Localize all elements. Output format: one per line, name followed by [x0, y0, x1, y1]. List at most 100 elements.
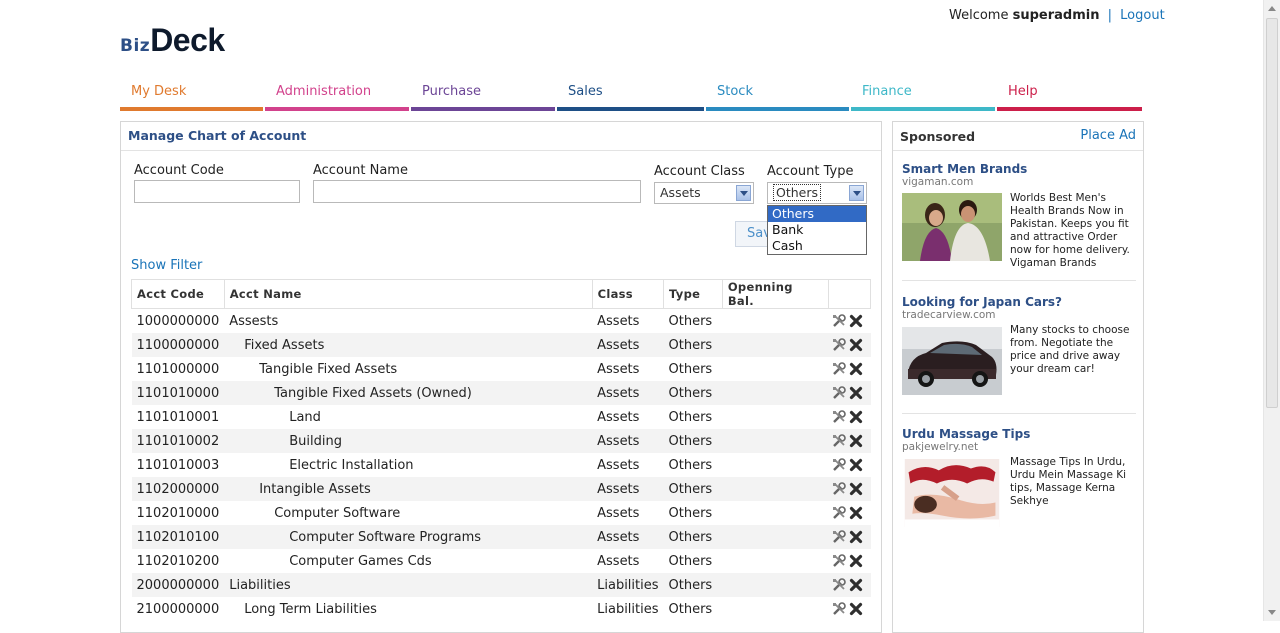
row-actions — [828, 309, 870, 334]
table-row[interactable]: 1101010001 Land Assets Others — [132, 405, 871, 429]
edit-tools-icon[interactable] — [832, 362, 849, 377]
account-code-label: Account Code — [134, 163, 224, 178]
table-row[interactable]: 1101010003 Electric Installation Assets Oth… — [132, 453, 871, 477]
car-photo[interactable] — [902, 327, 1002, 395]
table-row[interactable]: 1102000000 Intangible Assets Assets Others — [131, 477, 871, 501]
account-class-select[interactable]: Assets — [654, 182, 754, 204]
username: superadmin — [1012, 8, 1100, 23]
table-row[interactable]: 1102010100 Computer Software Programs Asse… — [131, 525, 871, 549]
cell-acct-code: 2100000000 — [136, 601, 220, 617]
table-row[interactable]: 1101010002 Building Assets Others — [131, 429, 871, 453]
scroll-up-arrow-icon[interactable] — [1268, 6, 1276, 11]
cell-type: Others — [668, 505, 713, 521]
table-row[interactable]: 2100000000 Long Term Liabilities Liabiliti… — [132, 597, 871, 621]
logout-link[interactable]: Logout — [1120, 8, 1165, 23]
logo[interactable]: BizDeck — [120, 22, 225, 59]
edit-tools-icon[interactable] — [832, 434, 849, 449]
edit-tools-icon[interactable] — [832, 602, 849, 617]
delete-x-icon[interactable] — [849, 410, 866, 425]
cell-type: Others — [668, 313, 713, 329]
delete-x-icon[interactable] — [849, 434, 866, 449]
delete-x-icon[interactable] — [849, 338, 866, 353]
delete-x-icon[interactable] — [849, 554, 866, 569]
nav-tab-finance[interactable]: Finance — [851, 80, 997, 111]
ad-title[interactable]: Smart Men Brands — [902, 162, 1027, 176]
row-actions — [828, 477, 871, 501]
delete-x-icon[interactable] — [849, 458, 866, 473]
nav-tab-administration[interactable]: Administration — [265, 80, 411, 111]
table-row[interactable]: 1101010000 Tangible Fixed Assets (Owned) A… — [131, 381, 871, 405]
edit-tools-icon[interactable] — [832, 410, 849, 425]
page-scrollbar[interactable] — [1263, 0, 1280, 621]
panel-title: Manage Chart of Account — [121, 122, 881, 151]
nav-tab-purchase[interactable]: Purchase — [411, 80, 557, 111]
delete-x-icon[interactable] — [849, 506, 866, 521]
couple-photo[interactable] — [902, 193, 1002, 261]
show-filter-link[interactable]: Show Filter — [131, 258, 202, 273]
nav-tab-underline — [851, 107, 995, 111]
col-type[interactable]: Type — [663, 279, 723, 309]
nav-tab-sales[interactable]: Sales — [557, 80, 706, 111]
delete-x-icon[interactable] — [849, 482, 866, 497]
delete-x-icon[interactable] — [849, 362, 866, 377]
nav-tab-help[interactable]: Help — [997, 80, 1144, 111]
edit-tools-icon[interactable] — [832, 482, 849, 497]
account-type-option[interactable]: Cash — [768, 238, 866, 254]
cell-class: Assets — [592, 333, 664, 357]
table-row[interactable]: 1101000000 Tangible Fixed Assets Assets Oth… — [132, 357, 871, 381]
edit-tools-icon[interactable] — [832, 338, 849, 353]
nav-tab-label: Purchase — [422, 84, 482, 99]
col-acct-code[interactable]: Acct Code — [131, 279, 225, 309]
table-row[interactable]: 1000000000 Assests Assets Others — [132, 309, 871, 334]
col-opening-bal[interactable]: Openning Bal. — [721, 279, 829, 309]
edit-tools-icon[interactable] — [832, 530, 849, 545]
account-name-input[interactable] — [313, 180, 641, 203]
cell-acct-code: 1102000000 — [131, 477, 225, 501]
account-type-select[interactable]: Others — [767, 182, 867, 204]
table-row[interactable]: 1100000000 Fixed Assets Assets Others — [131, 333, 871, 357]
ad-item[interactable]: Smart Men Brands vigaman.com — [902, 162, 1027, 188]
cell-acct-name: Fixed Assets — [224, 333, 593, 357]
cell-type: Others — [668, 601, 713, 617]
delete-x-icon[interactable] — [849, 386, 866, 401]
edit-tools-icon[interactable] — [832, 578, 849, 593]
delete-x-icon[interactable] — [849, 530, 866, 545]
nav-tab-my-desk[interactable]: My Desk — [120, 80, 265, 111]
ad-item[interactable]: Urdu Massage Tips pakjewelry.net — [902, 427, 1030, 453]
massage-photo[interactable] — [902, 459, 1002, 527]
ad-title[interactable]: Urdu Massage Tips — [902, 427, 1030, 441]
table-row[interactable]: 1102010000 Computer Software Assets Others — [132, 501, 871, 525]
account-class-label: Account Class — [654, 164, 745, 179]
edit-tools-icon[interactable] — [832, 314, 849, 329]
chevron-down-icon[interactable] — [736, 185, 751, 201]
scroll-down-arrow-icon[interactable] — [1268, 610, 1276, 615]
col-class[interactable]: Class — [591, 279, 665, 309]
edit-tools-icon[interactable] — [832, 458, 849, 473]
cell-class: Assets — [592, 429, 664, 453]
delete-x-icon[interactable] — [849, 314, 866, 329]
account-type-option[interactable]: Others — [768, 206, 866, 222]
edit-tools-icon[interactable] — [832, 554, 849, 569]
col-acct-name[interactable]: Acct Name — [223, 279, 593, 309]
place-ad-link[interactable]: Place Ad — [1080, 128, 1136, 143]
welcome-bar: Welcome superadmin | Logout — [949, 8, 1165, 23]
account-code-input[interactable] — [134, 180, 300, 203]
table-row[interactable]: 1102010200 Computer Games Cds Assets Others — [132, 549, 871, 573]
account-name-label: Account Name — [313, 163, 408, 178]
ad-url: tradecarview.com — [902, 309, 996, 321]
cell-type: Others — [663, 333, 723, 357]
account-type-option[interactable]: Bank — [768, 222, 866, 238]
delete-x-icon[interactable] — [849, 578, 866, 593]
delete-x-icon[interactable] — [849, 602, 866, 617]
cell-acct-name: Assests — [229, 313, 279, 329]
chevron-down-icon[interactable] — [849, 185, 864, 201]
cell-opening-bal — [722, 501, 828, 525]
table-row[interactable]: 2000000000 Liabilities Liabilities Others — [131, 573, 871, 597]
scroll-thumb[interactable] — [1266, 18, 1278, 408]
ad-item[interactable]: Looking for Japan Cars? tradecarview.com — [902, 295, 1062, 321]
nav-tab-stock[interactable]: Stock — [706, 80, 851, 111]
edit-tools-icon[interactable] — [832, 506, 849, 521]
edit-tools-icon[interactable] — [832, 386, 849, 401]
cell-acct-code: 1101010001 — [136, 409, 220, 425]
ad-title[interactable]: Looking for Japan Cars? — [902, 295, 1062, 309]
